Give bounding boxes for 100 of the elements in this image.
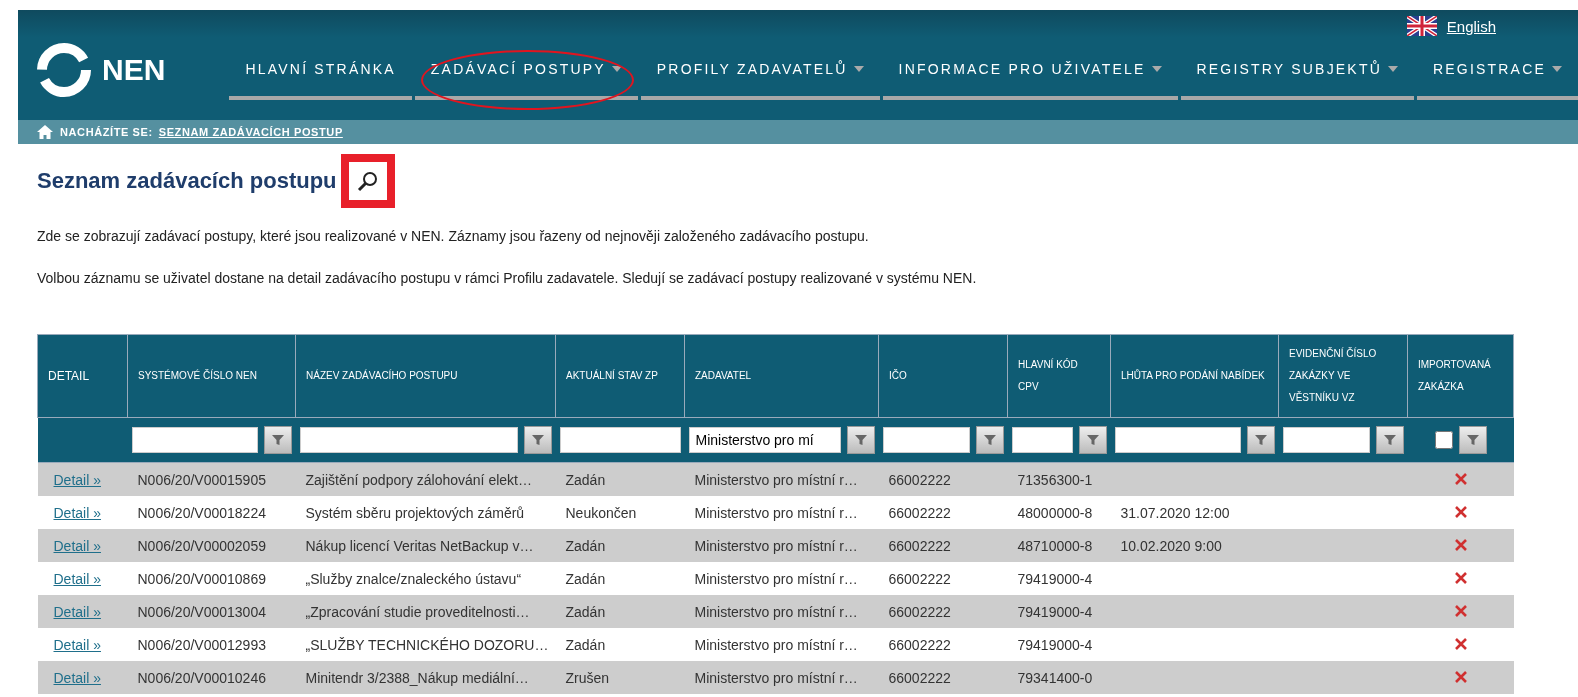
detail-link[interactable]: Detail » bbox=[53, 669, 101, 686]
procedure-name: Zajištění podpory zálohování elekt… bbox=[305, 471, 532, 488]
nav-item[interactable]: HLAVNÍ STRÁNKA bbox=[229, 42, 412, 100]
detail-link[interactable]: Detail » bbox=[53, 603, 101, 620]
procedure-state: Zadán bbox=[565, 603, 606, 620]
detail-link[interactable]: Detail » bbox=[53, 537, 101, 554]
system-number: N006/20/V00018224 bbox=[137, 504, 266, 521]
search-button[interactable] bbox=[340, 154, 395, 208]
filter-button[interactable] bbox=[1375, 426, 1404, 454]
language-link[interactable]: English bbox=[1446, 17, 1496, 35]
contracting-authority: Ministerstvo pro místní r… bbox=[694, 504, 858, 521]
detail-link[interactable]: Detail » bbox=[53, 504, 101, 521]
column-header: IČO bbox=[878, 334, 1008, 418]
column-header: ZADAVATEL bbox=[684, 334, 879, 418]
ico-number: 66002222 bbox=[888, 669, 951, 686]
intro-paragraph: Zde se zobrazují zadávací postupy, které jsou realizované v NEN. Záznamy jsou řazeny od nejnověji založeného zadávacího postupu. bbox=[37, 228, 870, 244]
filter-field[interactable] bbox=[131, 427, 258, 453]
column-header: AKTUÁLNÍ STAV ZP bbox=[555, 334, 685, 418]
deadline: 31.07.2020 12:00 bbox=[1120, 504, 1230, 521]
logo-text: NEN bbox=[102, 53, 166, 87]
system-number: N006/20/V00010246 bbox=[137, 669, 266, 686]
filter-button[interactable] bbox=[263, 426, 292, 454]
procedure-state: Neukončen bbox=[565, 504, 637, 521]
filter-field[interactable] bbox=[1011, 427, 1073, 453]
filter-icon bbox=[982, 433, 997, 447]
procedure-name: „Zpracování studie proveditelnosti… bbox=[305, 603, 530, 620]
cpv-code: 48000000-8 bbox=[1017, 504, 1093, 521]
logo-icon bbox=[36, 42, 92, 98]
filter-icon bbox=[530, 433, 545, 447]
cpv-code: 48710000-8 bbox=[1017, 537, 1093, 554]
page-title: Seznam zadávacích postupu bbox=[37, 168, 337, 194]
filter-icon bbox=[1253, 433, 1268, 447]
procedure-name: Minitendr 3/2388_Nákup mediální… bbox=[305, 669, 529, 686]
filter-icon bbox=[1382, 433, 1397, 447]
home-icon bbox=[36, 124, 54, 140]
column-header: LHŮTA PRO PODÁNÍ NABÍDEK bbox=[1110, 334, 1279, 418]
filter-button[interactable] bbox=[846, 426, 875, 454]
procedure-state: Zadán bbox=[565, 570, 606, 587]
column-header: IMPORTOVANÁ ZAKÁZKA bbox=[1407, 334, 1514, 418]
column-header: HLAVNÍ KÓD CPV bbox=[1007, 334, 1111, 418]
breadcrumb-link[interactable]: SEZNAM ZADÁVACÍCH POSTUP bbox=[158, 126, 343, 138]
nav-item[interactable]: ZADÁVACÍ POSTUPY bbox=[414, 42, 638, 100]
filter-button[interactable] bbox=[975, 426, 1004, 454]
contracting-authority: Ministerstvo pro místní r… bbox=[694, 471, 858, 488]
filter-field[interactable]: Ministerstvo pro mí bbox=[688, 427, 841, 453]
filter-button[interactable] bbox=[1458, 426, 1487, 454]
column-header: EVIDENČNÍ ČÍSLO ZAKÁZKY VE VĚSTNÍKU VZ bbox=[1278, 334, 1408, 418]
contracting-authority: Ministerstvo pro místní r… bbox=[694, 636, 858, 653]
filter-button[interactable] bbox=[523, 426, 552, 454]
intro-paragraph: Volbou záznamu se uživatel dostane na detail zadávacího postupu v rámci Profilu zadavatele. Sledují se zadávací postupy realizované v systému NEN. bbox=[37, 270, 978, 286]
cpv-code: 71356300-1 bbox=[1017, 471, 1093, 488]
filter-icon bbox=[1085, 433, 1100, 447]
uk-flag-icon bbox=[1406, 16, 1437, 36]
column-header: NÁZEV ZADÁVACÍHO POSTUPU bbox=[295, 334, 556, 418]
filter-field[interactable] bbox=[882, 427, 970, 453]
breadcrumb-label: NACHÁZÍTE SE: bbox=[60, 126, 153, 138]
nav-item[interactable]: REGISTRACE bbox=[1417, 42, 1578, 100]
detail-link[interactable]: Detail » bbox=[53, 636, 101, 653]
filter-icon bbox=[1465, 433, 1480, 447]
contracting-authority: Ministerstvo pro místní r… bbox=[694, 537, 858, 554]
procedure-name: Systém sběru projektových záměrů bbox=[305, 504, 525, 521]
cpv-code: 79419000-4 bbox=[1017, 636, 1093, 653]
filter-field[interactable] bbox=[559, 427, 681, 453]
procedure-state: Zadán bbox=[565, 471, 606, 488]
procedure-state: Zadán bbox=[565, 636, 606, 653]
filter-button[interactable] bbox=[1246, 426, 1275, 454]
contracting-authority: Ministerstvo pro místní r… bbox=[694, 570, 858, 587]
nav-item[interactable]: INFORMACE PRO UŽIVATELE bbox=[882, 42, 1178, 100]
filter-button[interactable] bbox=[1078, 426, 1107, 454]
column-header: SYSTÉMOVÉ ČÍSLO NEN bbox=[127, 334, 296, 418]
system-number: N006/20/V00010869 bbox=[137, 570, 266, 587]
filter-icon bbox=[853, 433, 868, 447]
detail-link[interactable]: Detail » bbox=[53, 570, 101, 587]
system-number: N006/20/V00012993 bbox=[137, 636, 266, 653]
procedure-name: Nákup licencí Veritas NetBackup v… bbox=[305, 537, 534, 554]
filter-field[interactable] bbox=[299, 427, 518, 453]
system-number: N006/20/V00015905 bbox=[137, 471, 266, 488]
filter-field[interactable] bbox=[1282, 427, 1370, 453]
deadline: 10.02.2020 9:00 bbox=[1120, 537, 1222, 554]
procedure-state: Zrušen bbox=[565, 669, 610, 686]
cpv-code: 79419000-4 bbox=[1017, 603, 1093, 620]
ico-number: 66002222 bbox=[888, 603, 951, 620]
search-icon bbox=[355, 169, 380, 193]
filter-field[interactable] bbox=[1114, 427, 1241, 453]
procedure-name: „SLUŽBY TECHNICKÉHO DOZORU… bbox=[305, 636, 549, 653]
contracting-authority: Ministerstvo pro místní r… bbox=[694, 603, 858, 620]
procedure-name: „Služby znalce/znaleckého ústavu“ bbox=[305, 570, 522, 587]
ico-number: 66002222 bbox=[888, 636, 951, 653]
nav-item[interactable]: REGISTRY SUBJEKTŮ bbox=[1180, 42, 1414, 100]
ico-number: 66002222 bbox=[888, 471, 951, 488]
contracting-authority: Ministerstvo pro místní r… bbox=[694, 669, 858, 686]
detail-link[interactable]: Detail » bbox=[53, 471, 101, 488]
ico-number: 66002222 bbox=[888, 504, 951, 521]
nav-item[interactable]: PROFILY ZADAVATELŮ bbox=[640, 42, 880, 100]
filter-checkbox[interactable] bbox=[1434, 431, 1453, 449]
system-number: N006/20/V00013004 bbox=[137, 603, 266, 620]
ico-number: 66002222 bbox=[888, 537, 951, 554]
cpv-code: 79341400-0 bbox=[1017, 669, 1093, 686]
cpv-code: 79419000-4 bbox=[1017, 570, 1093, 587]
system-number: N006/20/V00002059 bbox=[137, 537, 266, 554]
